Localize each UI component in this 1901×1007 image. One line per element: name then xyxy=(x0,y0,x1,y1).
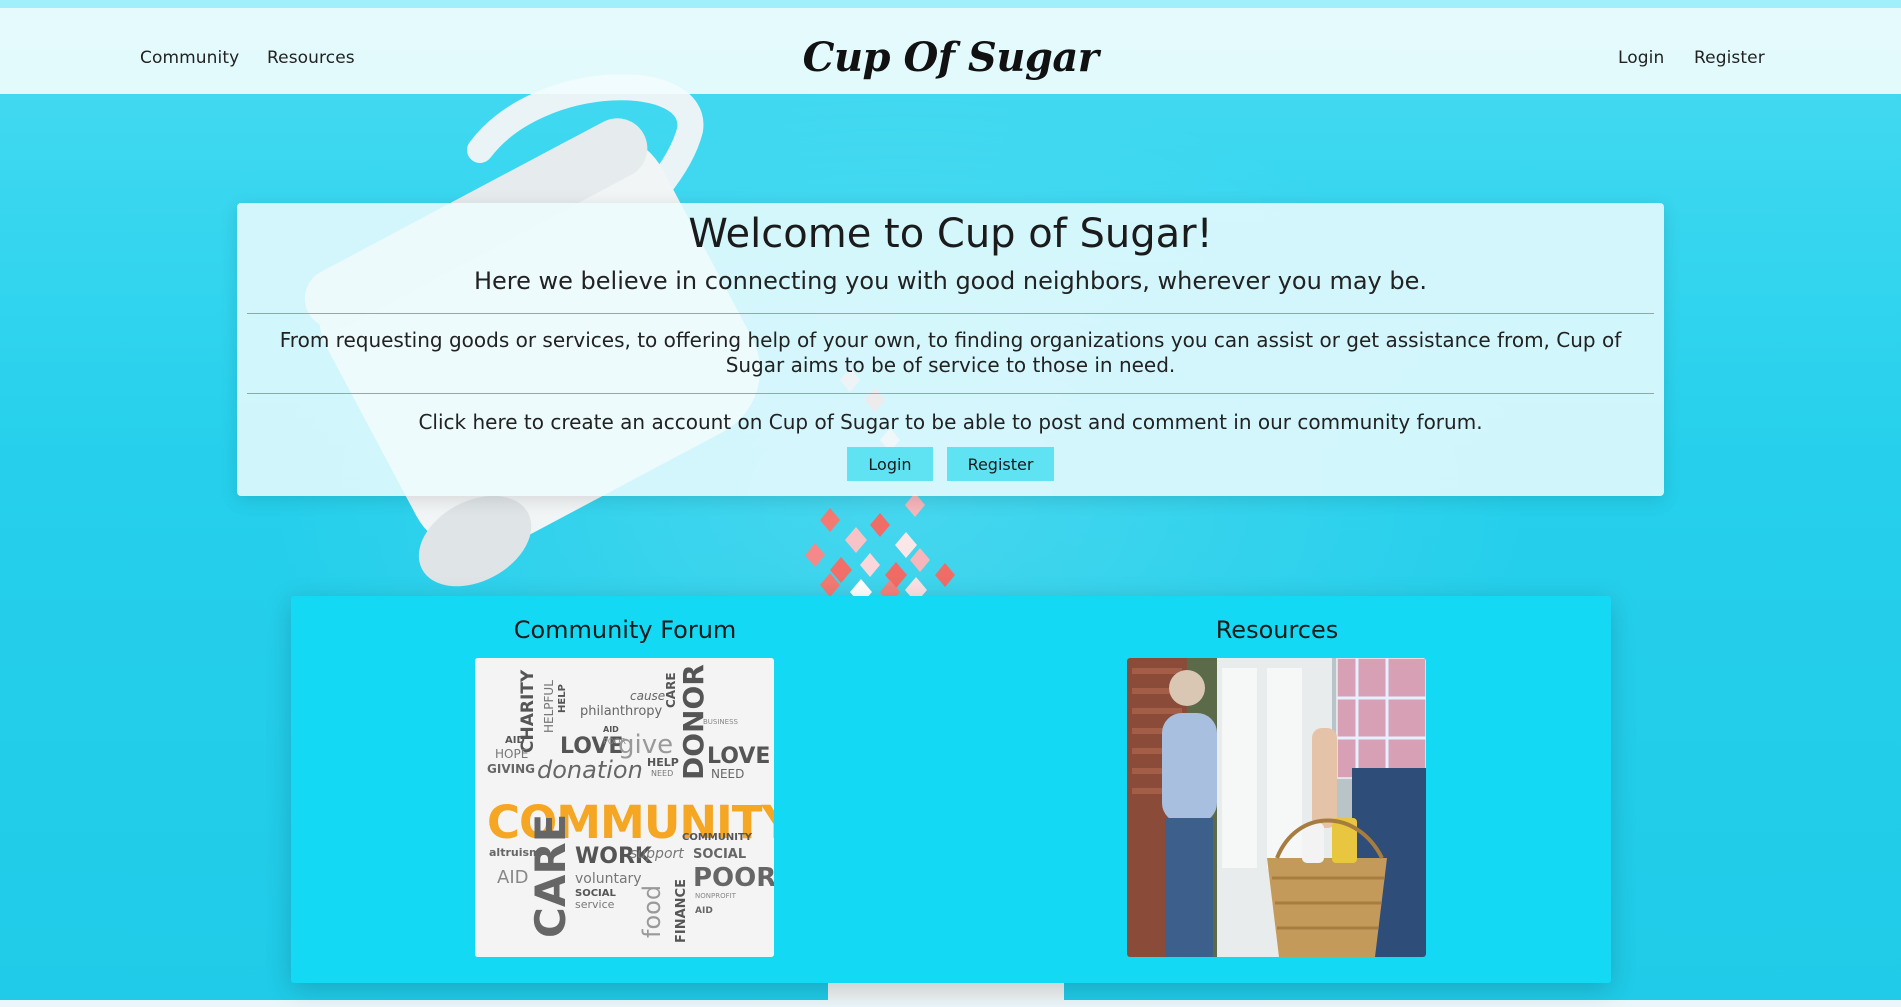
word: SOCIAL xyxy=(693,847,746,862)
word: DONOR xyxy=(677,664,710,780)
word: AID xyxy=(505,735,525,746)
word: HELPFUL xyxy=(542,680,556,733)
word: NONPROFIT xyxy=(695,892,737,900)
word: NEED xyxy=(651,769,673,778)
neighbor-delivery-photo xyxy=(1127,658,1426,957)
register-button[interactable]: Register xyxy=(947,447,1054,481)
features-panel: Community Forum CHARITY HELPFUL HELP cau… xyxy=(291,596,1611,983)
word: donation xyxy=(537,756,643,784)
word: COMMUNITY xyxy=(682,832,753,843)
resources-title[interactable]: Resources xyxy=(943,616,1611,644)
divider xyxy=(247,393,1654,394)
word: philanthropy xyxy=(580,704,663,719)
welcome-lead: Here we believe in connecting you with g… xyxy=(473,267,1427,295)
community-forum-title[interactable]: Community Forum xyxy=(291,616,959,644)
word: voluntary xyxy=(575,871,642,887)
word: HELP xyxy=(647,756,679,769)
welcome-cta-text: Click here to create an account on Cup o… xyxy=(418,410,1483,434)
word: CARE xyxy=(526,814,575,938)
word: AID xyxy=(695,906,713,916)
word: NEED xyxy=(711,767,744,781)
word: support xyxy=(630,846,684,862)
word: HELP xyxy=(557,684,568,713)
word: food xyxy=(638,885,666,938)
word: cause xyxy=(630,689,665,703)
word: AID xyxy=(497,867,528,888)
community-forum-image[interactable]: CHARITY HELPFUL HELP cause CARE philanth… xyxy=(475,658,774,957)
site-logo[interactable]: Cup Of Sugar xyxy=(0,34,1901,81)
word: POOR xyxy=(693,863,774,893)
divider xyxy=(247,313,1654,314)
footer-strip xyxy=(0,1000,1901,1007)
word: AID xyxy=(603,725,619,734)
navbar: Community Resources Cup Of Sugar Login R… xyxy=(0,8,1901,94)
login-button[interactable]: Login xyxy=(847,447,933,481)
word: service xyxy=(575,898,615,911)
word: LOVE xyxy=(707,744,770,769)
nav-link-login[interactable]: Login xyxy=(1618,48,1664,68)
word: HOPE xyxy=(495,747,528,761)
welcome-title: Welcome to Cup of Sugar! xyxy=(688,211,1213,257)
nav-link-register[interactable]: Register xyxy=(1694,48,1765,68)
word: FINANCE xyxy=(674,879,689,943)
welcome-description: From requesting goods or services, to of… xyxy=(279,328,1622,377)
community-word-cloud: CHARITY HELPFUL HELP cause CARE philanth… xyxy=(475,658,774,957)
resources-image[interactable] xyxy=(1127,658,1426,957)
word: GIVING xyxy=(487,762,535,776)
welcome-card: Welcome to Cup of Sugar! Here we believe… xyxy=(237,203,1664,496)
word: CARE xyxy=(664,672,678,708)
top-accent-bar xyxy=(0,0,1901,8)
